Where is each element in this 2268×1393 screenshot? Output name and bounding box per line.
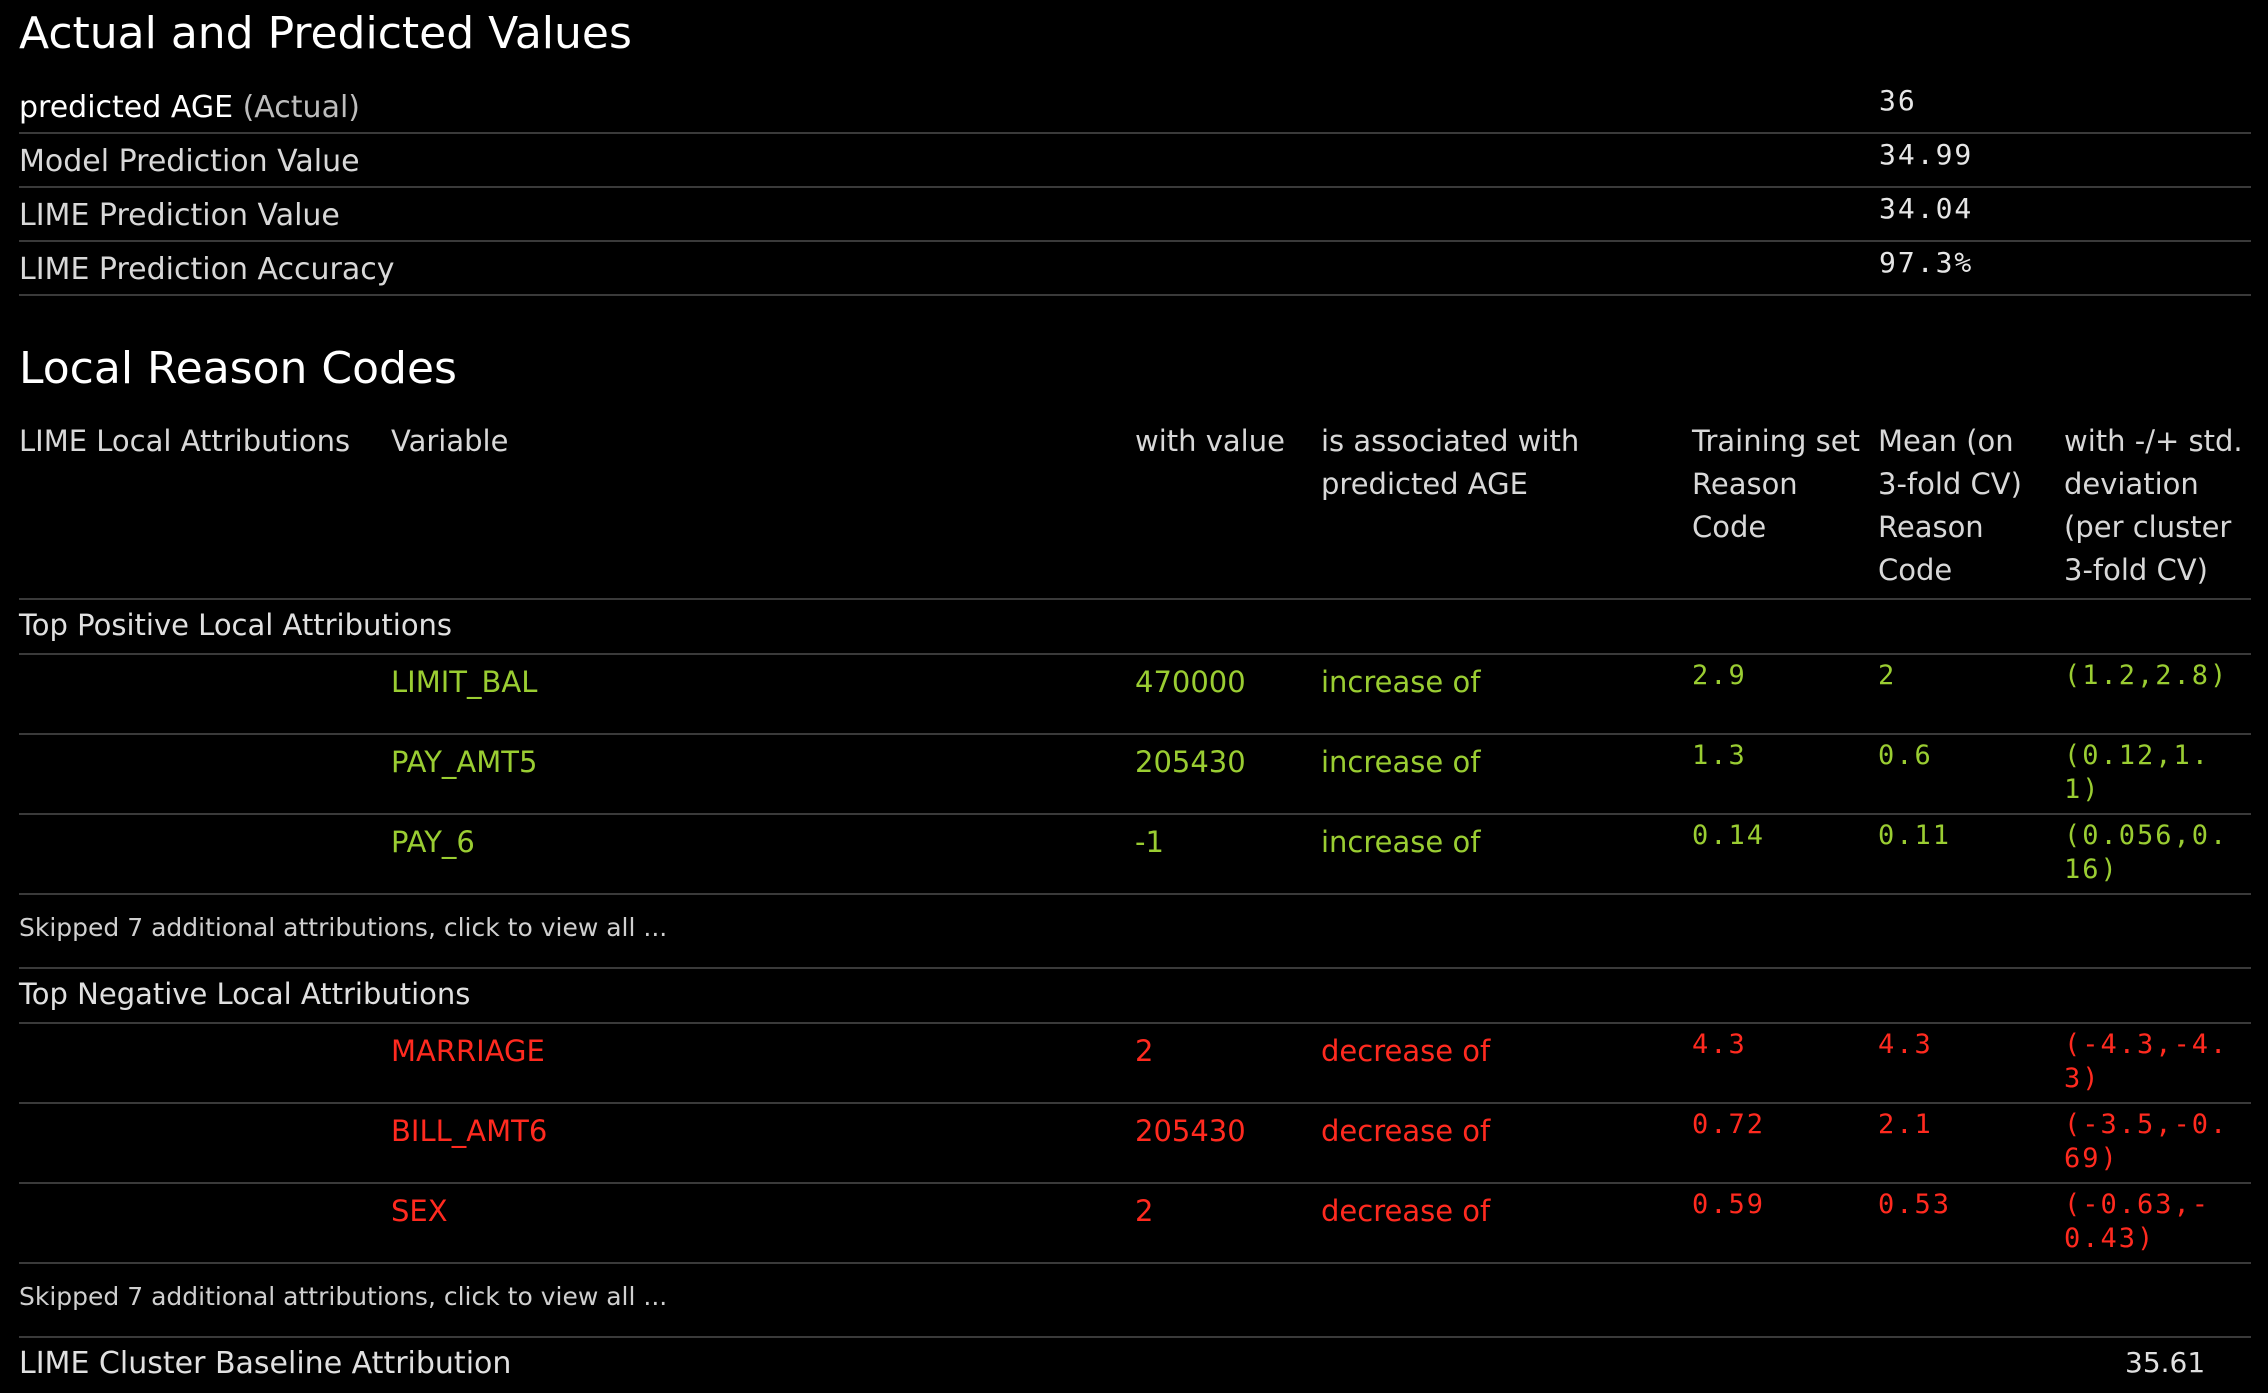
positive-section-label: Top Positive Local Attributions [19, 608, 453, 642]
row-label: LIME Prediction Value [19, 198, 340, 233]
assoc-cell: increase of [1321, 745, 1481, 779]
mean-cell: 4.3 [1878, 1029, 1933, 1060]
training-cell: 4.3 [1692, 1029, 1747, 1060]
value-cell: 205430 [1135, 1114, 1246, 1148]
mean-cell: 0.53 [1878, 1189, 1952, 1220]
training-cell: 2.9 [1692, 660, 1747, 691]
table-row: Model Prediction Value 34.99 [19, 134, 2251, 188]
variable-cell: PAY_AMT5 [391, 745, 538, 779]
row-value: 34.99 [1879, 138, 1974, 171]
skipped-positive-link-row: Skipped 7 additional attributions, click… [19, 895, 2251, 969]
mean-cell: 0.6 [1878, 740, 1933, 771]
assoc-cell: increase of [1321, 665, 1481, 699]
header-std: with -/+ std. deviation (per cluster 3-f… [2064, 424, 2243, 587]
value-cell: 470000 [1135, 665, 1246, 699]
mean-cell: 0.11 [1878, 820, 1952, 851]
variable-cell: SEX [391, 1194, 448, 1228]
table-row: PAY_AMT5 205430 increase of 1.3 0.6 (0.1… [19, 735, 2251, 815]
table-row: SEX 2 decrease of 0.59 0.53 (-0.63,-0.43… [19, 1184, 2251, 1264]
value-cell: 205430 [1135, 745, 1246, 779]
std-cell: (0.12,1.1) [2064, 740, 2211, 805]
skipped-negative-link-row: Skipped 7 additional attributions, click… [19, 1264, 2251, 1338]
positive-section-title: Top Positive Local Attributions [19, 600, 2251, 655]
variable-cell: BILL_AMT6 [391, 1114, 548, 1148]
header-associated: is associated with predicted AGE [1321, 424, 1580, 501]
variable-cell: PAY_6 [391, 825, 475, 859]
std-cell: (-0.63,-0.43) [2064, 1189, 2211, 1254]
baseline-label: LIME Cluster Baseline Attribution [19, 1346, 512, 1381]
std-cell: (0.056,0.16) [2064, 820, 2229, 885]
value-cell: -1 [1135, 825, 1164, 859]
variable-cell: MARRIAGE [391, 1034, 545, 1068]
training-cell: 0.72 [1692, 1109, 1766, 1140]
row-label: Model Prediction Value [19, 144, 360, 179]
assoc-cell: decrease of [1321, 1034, 1491, 1068]
std-cell: (1.2,2.8) [2064, 660, 2229, 691]
assoc-cell: increase of [1321, 825, 1481, 859]
baseline-value: 35.61 [2125, 1346, 2206, 1379]
table-header: LIME Local Attributions Variable with va… [19, 420, 2251, 600]
actual-values-table: predicted AGE (Actual) 36 Model Predicti… [19, 80, 2251, 296]
training-cell: 1.3 [1692, 740, 1747, 771]
training-cell: 0.59 [1692, 1189, 1766, 1220]
table-row: BILL_AMT6 205430 decrease of 0.72 2.1 (-… [19, 1104, 2251, 1184]
table-row: LIME Prediction Accuracy 97.3% [19, 242, 2251, 296]
row-label-main: predicted AGE [19, 90, 234, 125]
value-cell: 2 [1135, 1194, 1154, 1228]
negative-section-label: Top Negative Local Attributions [19, 977, 471, 1011]
baseline-row: LIME Cluster Baseline Attribution 35.61 [19, 1338, 2251, 1393]
table-row: LIME Prediction Value 34.04 [19, 188, 2251, 242]
mean-cell: 2.1 [1878, 1109, 1933, 1140]
section-title-actual: Actual and Predicted Values [19, 8, 632, 59]
row-label: predicted AGE (Actual) [19, 90, 360, 125]
std-cell: (-4.3,-4.3) [2064, 1029, 2229, 1094]
training-cell: 0.14 [1692, 820, 1766, 851]
table-row: MARRIAGE 2 decrease of 4.3 4.3 (-4.3,-4.… [19, 1024, 2251, 1104]
section-title-reason-codes: Local Reason Codes [19, 343, 457, 394]
table-row: predicted AGE (Actual) 36 [19, 80, 2251, 134]
skipped-negative-link[interactable]: Skipped 7 additional attributions, click… [19, 1282, 667, 1311]
row-value: 34.04 [1879, 192, 1974, 225]
assoc-cell: decrease of [1321, 1114, 1491, 1148]
header-mean: Mean (on 3-fold CV) Reason Code [1878, 424, 2022, 587]
row-label: LIME Prediction Accuracy [19, 252, 395, 287]
header-attributions: LIME Local Attributions [19, 424, 351, 458]
assoc-cell: decrease of [1321, 1194, 1491, 1228]
mean-cell: 2 [1878, 660, 1897, 691]
reason-codes-table: LIME Local Attributions Variable with va… [19, 420, 2251, 1393]
std-cell: (-3.5,-0.69) [2064, 1109, 2229, 1174]
value-cell: 2 [1135, 1034, 1154, 1068]
skipped-positive-link[interactable]: Skipped 7 additional attributions, click… [19, 913, 667, 942]
header-training: Training set Reason Code [1692, 424, 1860, 544]
table-row: PAY_6 -1 increase of 0.14 0.11 (0.056,0.… [19, 815, 2251, 895]
header-with-value: with value [1135, 424, 1285, 458]
row-label-suffix: (Actual) [242, 90, 360, 125]
row-value: 36 [1879, 84, 1917, 117]
table-row: LIMIT_BAL 470000 increase of 2.9 2 (1.2,… [19, 655, 2251, 735]
row-value: 97.3% [1879, 246, 1974, 279]
variable-cell: LIMIT_BAL [391, 665, 538, 699]
negative-section-title: Top Negative Local Attributions [19, 969, 2251, 1024]
header-variable: Variable [391, 424, 509, 458]
